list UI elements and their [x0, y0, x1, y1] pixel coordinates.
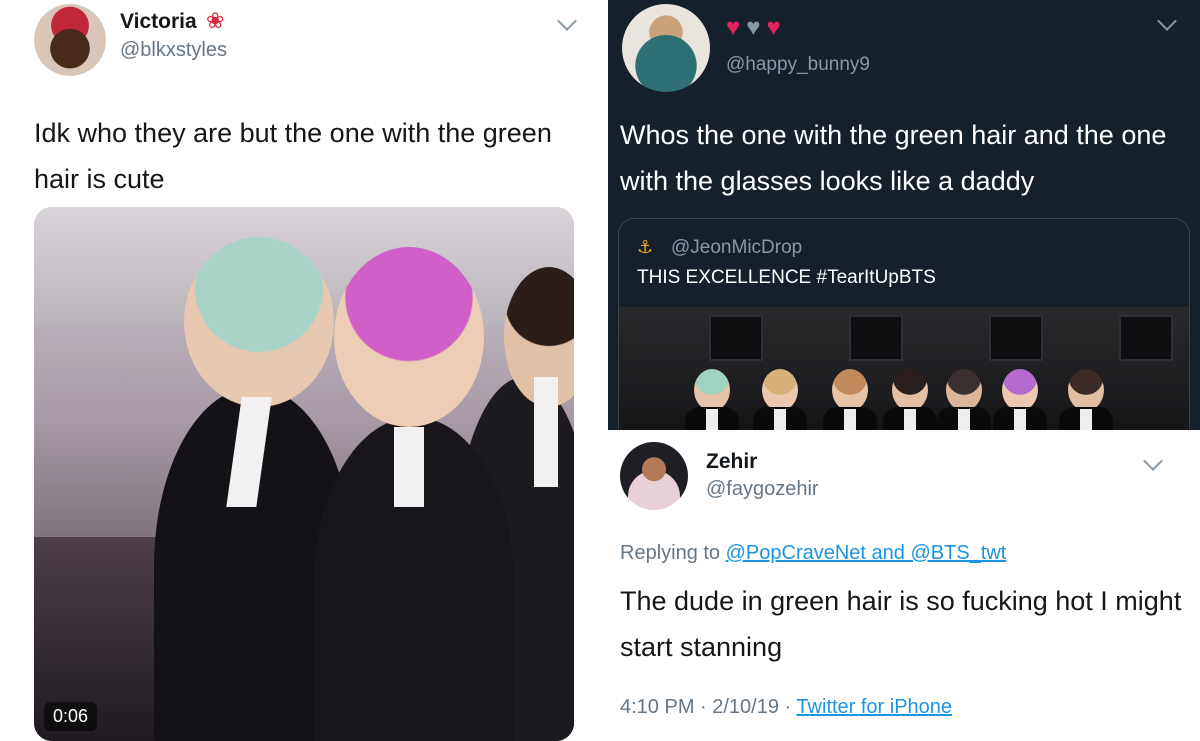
group-member	[993, 369, 1047, 430]
reply-prefix: Replying to	[620, 542, 721, 564]
tweet-zehir: Zehir @faygozehir Replying to @PopCraveN…	[608, 430, 1200, 741]
group-member	[883, 369, 937, 430]
display-name-hearts[interactable]: ♥♥♥	[726, 16, 787, 40]
quoted-avatar-icon: ⚓	[637, 237, 654, 257]
tweet-text: The dude in green hair is so fucking hot…	[620, 586, 1182, 662]
user-handle[interactable]: @blkxstyles	[120, 39, 227, 62]
reply-context: Replying to @PopCraveNet and @BTS_twt	[620, 542, 1006, 565]
user-handle[interactable]: @faygozehir	[706, 478, 819, 501]
tweet-text: Idk who they are but the one with the gr…	[34, 118, 552, 194]
avatar[interactable]	[620, 442, 688, 510]
group-member	[1059, 369, 1113, 430]
video-time-badge: 0:06	[44, 702, 98, 731]
tweet-text: Whos the one with the green hair and the…	[620, 120, 1167, 196]
heart-red-icon: ♥	[726, 14, 747, 41]
group-member	[685, 369, 739, 430]
award-frame	[1119, 315, 1173, 361]
award-frame	[989, 315, 1043, 361]
hibiscus-icon: ❀	[206, 8, 225, 33]
tweet-happy-bunny: ♥♥♥ @happy_bunny9 Whos the one with the …	[608, 0, 1200, 430]
award-frame	[849, 315, 903, 361]
chevron-down-icon[interactable]	[1157, 11, 1177, 31]
reply-targets-link[interactable]: @PopCraveNet and @BTS_twt	[726, 542, 1007, 564]
group-member	[937, 369, 991, 430]
quoted-text: THIS EXCELLENCE #TearItUpBTS	[637, 267, 936, 288]
tweet-victoria: Victoria ❀ @blkxstyles Idk who they are …	[0, 0, 600, 741]
video-person-head	[184, 237, 334, 407]
chevron-down-icon[interactable]	[1143, 451, 1163, 471]
quoted-tweet[interactable]: ⚓ @JeonMicDrop THIS EXCELLENCE #TearItUp…	[618, 218, 1190, 430]
chevron-down-icon[interactable]	[557, 11, 577, 31]
avatar[interactable]	[622, 4, 710, 92]
display-name[interactable]: Zehir	[706, 450, 757, 474]
video-person-head	[334, 247, 484, 427]
display-name[interactable]: Victoria	[120, 10, 197, 34]
heart-red-icon: ♥	[766, 14, 787, 41]
video-shirt	[394, 427, 424, 507]
avatar[interactable]	[34, 4, 106, 76]
award-frame	[709, 315, 763, 361]
timestamp[interactable]: 4:10 PM · 2/10/19 ·	[620, 696, 791, 718]
video-shirt	[534, 377, 558, 487]
group-member	[823, 369, 877, 430]
tweet-meta: 4:10 PM · 2/10/19 · Twitter for iPhone	[620, 696, 952, 719]
source-link[interactable]: Twitter for iPhone	[796, 696, 952, 718]
group-member	[753, 369, 807, 430]
quoted-handle[interactable]: @JeonMicDrop	[671, 237, 802, 259]
user-handle[interactable]: @happy_bunny9	[726, 54, 870, 76]
video-player[interactable]: 0:06	[34, 207, 574, 741]
heart-grey-icon: ♥	[746, 14, 767, 41]
quoted-image[interactable]	[619, 307, 1189, 430]
